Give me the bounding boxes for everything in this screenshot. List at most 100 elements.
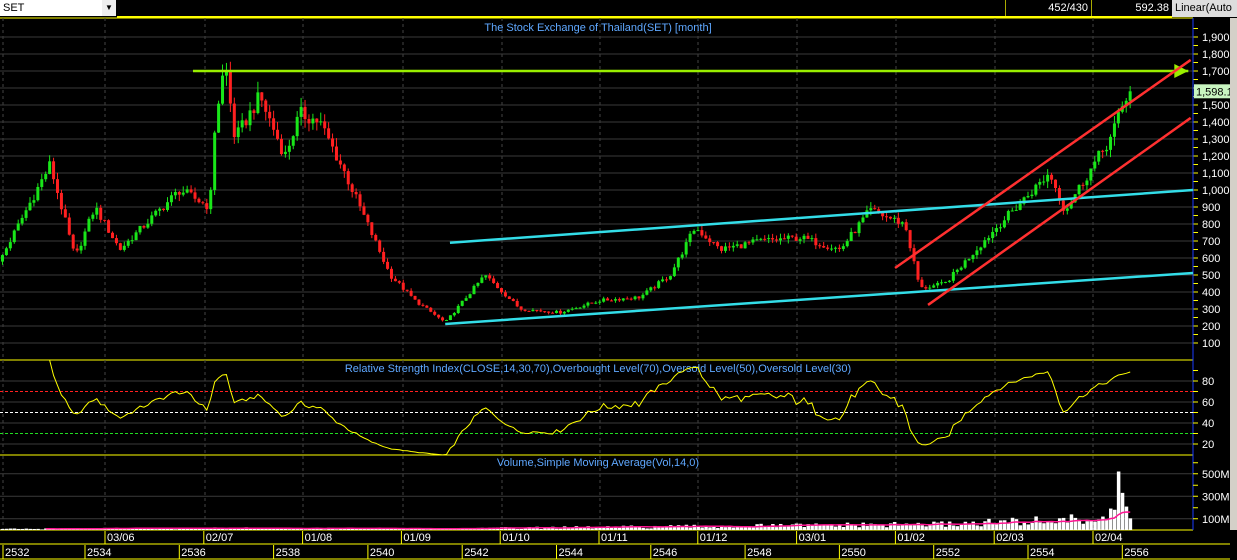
volume-bar [28, 528, 32, 530]
candle-body [1065, 208, 1069, 211]
volume-bar [1101, 516, 1105, 530]
candle-body [778, 238, 782, 241]
candle-body [130, 240, 134, 242]
candle-body [1038, 181, 1042, 185]
candle-body [845, 241, 849, 247]
candle-body [928, 287, 932, 289]
candle-body [224, 71, 228, 76]
volume-bar [1002, 520, 1007, 530]
candle-body [857, 222, 861, 234]
volume-bar [668, 525, 673, 530]
volume-bar [912, 525, 917, 530]
candle-body [260, 92, 264, 101]
volume-bar [940, 521, 944, 530]
volume-bar [987, 518, 991, 530]
candle-body [885, 216, 889, 218]
volume-bar [484, 529, 488, 530]
candle-body [397, 281, 401, 283]
stock-chart[interactable]: 100 200 300 400 500 600 700 800 900 1,000 1,100 1,2… [0, 0, 1230, 560]
volume-bar [830, 525, 834, 530]
volume-tick-label: 100M [1202, 514, 1230, 526]
candle-body [146, 223, 150, 228]
candle-body [221, 75, 225, 104]
candle-body [680, 254, 684, 258]
volume-bar [900, 524, 905, 530]
volume-bar [947, 521, 952, 530]
candle-body [59, 192, 63, 210]
candle-body [496, 283, 500, 289]
candle-body [0, 255, 4, 262]
candle-body [468, 294, 472, 299]
year-label: 2536 [181, 547, 205, 559]
candle-body [1101, 150, 1105, 152]
volume-bar [1034, 516, 1038, 530]
volume-bar [1073, 517, 1078, 530]
candle-body [1112, 123, 1116, 137]
candle-body [633, 296, 637, 300]
volume-bar [967, 524, 972, 530]
volume-bar [998, 520, 1003, 530]
volume-bar [983, 521, 987, 530]
candle-body [947, 280, 951, 282]
candle-body [1002, 220, 1006, 228]
candle-body [503, 292, 507, 297]
candle-body [189, 189, 193, 193]
candle-body [983, 240, 987, 248]
candle-body [794, 236, 798, 241]
candle-body [244, 120, 248, 126]
candle-body [873, 208, 877, 210]
candle-body [331, 138, 335, 147]
volume-bar [1105, 519, 1109, 530]
date-label: 01/10 [502, 532, 530, 544]
candle-body [1097, 150, 1101, 162]
candle-body [979, 247, 983, 251]
candle-body [350, 184, 354, 192]
candle-body [1128, 91, 1132, 101]
volume-bar [1006, 523, 1011, 530]
candle-body [378, 240, 382, 252]
candle-body [291, 136, 295, 146]
trendline-channel-upper-red [894, 58, 1192, 270]
volume-bar [555, 528, 559, 530]
candle-body [40, 179, 44, 187]
trendline-channel-upper-cyan [449, 188, 1194, 244]
candle-body [91, 214, 95, 219]
candle-body [551, 312, 555, 314]
candle-body [48, 161, 52, 175]
rsi-tick-label: 40 [1202, 418, 1214, 430]
price-tick-label: 1,000 [1202, 185, 1230, 197]
candle-body [16, 223, 20, 231]
candle-body [8, 242, 12, 249]
candle-body [1077, 184, 1081, 195]
candle-body [806, 235, 810, 239]
volume-bar [951, 525, 956, 530]
candle-body [433, 311, 437, 315]
volume-bar [1120, 492, 1125, 530]
candle-body [452, 313, 456, 316]
candle-body [613, 299, 617, 301]
candle-body [79, 245, 83, 251]
candle-body [197, 198, 201, 203]
candle-body [166, 202, 170, 210]
candle-body [386, 261, 390, 269]
date-label: 03/01 [799, 532, 827, 544]
volume-bar [708, 527, 712, 530]
candle-body [4, 248, 8, 256]
candle-body [279, 138, 283, 155]
volume-bar [323, 529, 327, 530]
candle-body [421, 304, 425, 306]
price-tick-label: 1,900 [1202, 32, 1230, 44]
volume-bar [971, 521, 975, 530]
volume-bar [794, 523, 799, 530]
candle-body [456, 305, 460, 314]
candle-body [99, 207, 103, 220]
volume-bar [778, 523, 783, 530]
volume-bar [4, 528, 9, 530]
candle-body [1014, 209, 1018, 211]
candle-body [1093, 161, 1097, 169]
volume-bar [995, 523, 999, 530]
candle-body [71, 234, 75, 249]
volume-bar [924, 526, 928, 530]
candle-body [126, 240, 130, 246]
volume-bar [1116, 471, 1121, 530]
